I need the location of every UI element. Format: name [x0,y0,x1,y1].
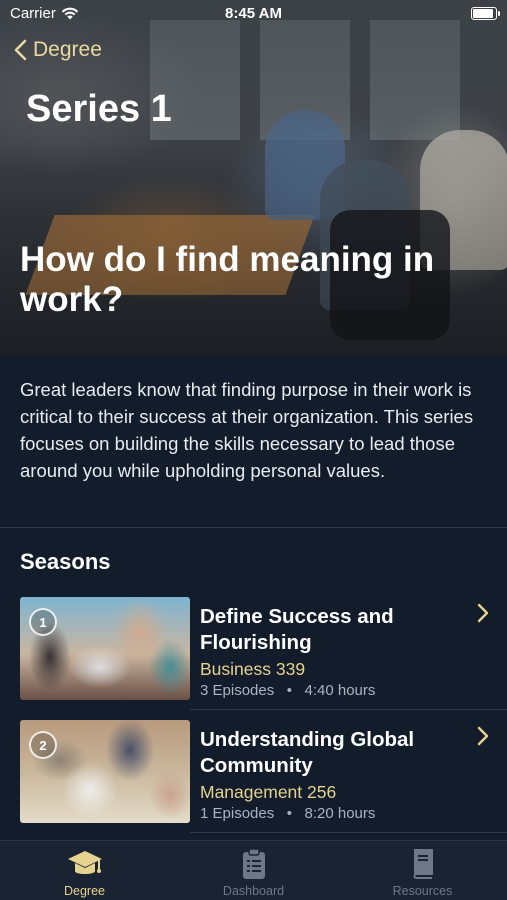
tab-label: Resources [392,884,453,898]
season-meta: 3 Episodes • 4:40 hours [200,682,375,699]
back-button[interactable]: Degree [14,38,102,62]
season-thumbnail: 2 [20,720,190,823]
battery-icon [471,7,500,20]
row-divider [190,709,507,710]
row-divider [190,832,507,833]
season-course: Business 339 [200,659,306,679]
chevron-right-icon [477,603,489,623]
season-row[interactable]: 1 Define Success and Flourishing Busines… [0,597,507,705]
tab-bar: Degree Dashboard Resources [0,840,507,900]
book-icon [413,849,433,879]
back-label: Degree [33,38,102,61]
clipboard-icon [242,848,265,879]
tab-degree[interactable]: Degree [0,841,169,900]
season-thumbnail: 1 [20,597,190,700]
tab-resources[interactable]: Resources [338,841,507,900]
series-title: Series 1 [26,88,172,130]
season-title: Understanding Global Community [200,728,415,777]
season-course: Management 256 [200,782,337,802]
season-duration: 4:40 hours [304,682,376,699]
status-bar: Carrier 8:45 AM [0,0,507,28]
season-row[interactable]: 2 Understanding Global Community Managem… [0,720,507,828]
season-number-badge: 1 [29,608,57,636]
hero-question: How do I find meaning in work? [20,240,435,319]
tab-label: Dashboard [222,884,285,898]
season-episodes: 1 Episodes [200,805,275,822]
section-divider [0,527,507,528]
season-episodes: 3 Episodes [200,682,275,699]
graduation-cap-icon [67,851,102,874]
meta-separator: • [278,682,301,699]
tab-dashboard[interactable]: Dashboard [169,841,338,900]
season-duration: 8:20 hours [304,805,376,822]
chevron-left-icon [14,39,27,61]
season-title: Define Success and Flourishing [200,605,394,654]
seasons-heading: Seasons [20,549,111,574]
season-meta: 1 Episodes • 8:20 hours [200,805,375,822]
meta-separator: • [278,805,301,822]
clock: 8:45 AM [225,5,282,22]
season-number-badge: 2 [29,731,57,759]
tab-label: Degree [64,884,105,898]
chevron-right-icon [477,726,489,746]
series-description: Great leaders know that finding purpose … [20,379,474,481]
